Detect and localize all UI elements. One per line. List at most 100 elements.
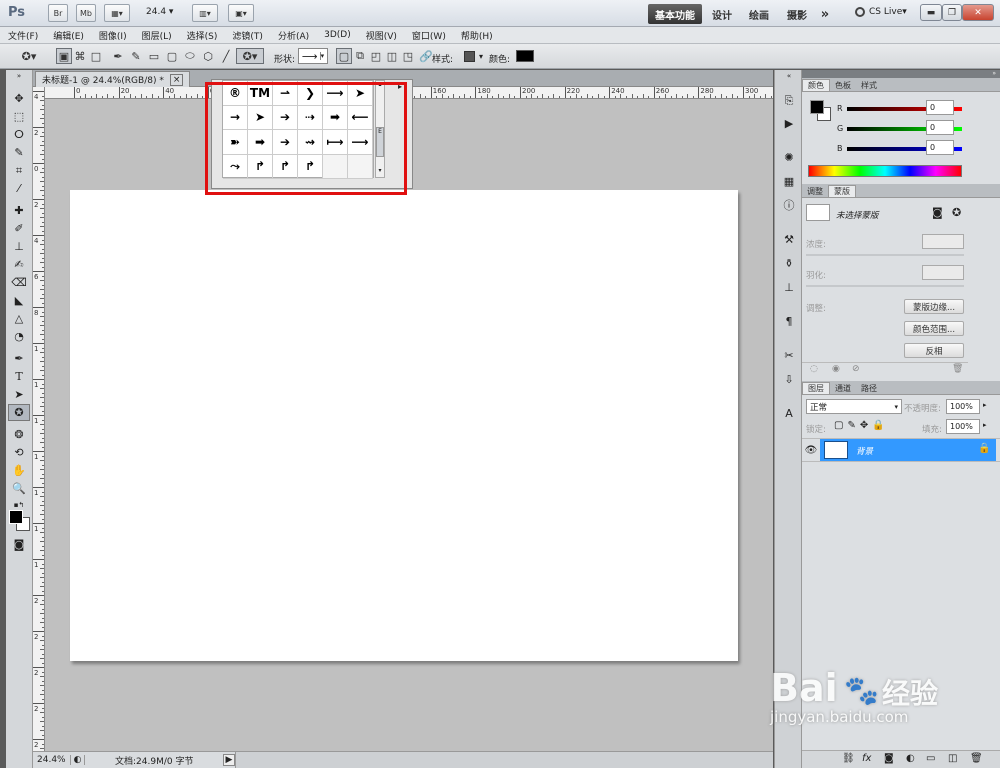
3d-rotate-tool-icon[interactable]: ❂ — [8, 426, 30, 443]
tab-swatches[interactable]: 色板 — [830, 79, 856, 91]
quick-mask-icon[interactable]: ◙ — [8, 536, 30, 553]
invert-button[interactable]: 反相 — [904, 343, 964, 358]
brush-panel-icon[interactable]: ✺ — [779, 148, 799, 166]
color-foreground-swatch[interactable] — [810, 100, 824, 114]
vector-mask-icon[interactable]: ✪ — [952, 206, 961, 219]
feather-field[interactable] — [922, 265, 964, 280]
screen-mode-button[interactable]: ▣▾ — [228, 4, 254, 22]
tab-channels[interactable]: 通道 — [830, 382, 856, 394]
opacity-arrow[interactable]: ▸ — [983, 401, 987, 409]
color-swatch[interactable] — [516, 50, 534, 62]
history-panel-icon[interactable]: ⎘ — [779, 92, 799, 110]
animation-panel-icon[interactable]: ✂ — [779, 346, 799, 364]
disable-mask-icon[interactable]: ⊘ — [852, 364, 860, 374]
line-shape-icon[interactable]: ╱ — [218, 48, 234, 64]
custom-shape-tool-icon[interactable]: ✪ — [8, 404, 30, 421]
paths-mode[interactable]: ⌘ — [72, 48, 88, 64]
maximize-button[interactable]: ❐ — [942, 4, 962, 21]
polygon-shape-icon[interactable]: ⬡ — [200, 48, 216, 64]
menu-3d[interactable]: 3D(D) — [324, 30, 351, 40]
menu-view[interactable]: 视图(V) — [366, 29, 397, 42]
workspace-painting[interactable]: 绘画 — [744, 4, 774, 24]
tab-layers[interactable]: 图层 — [802, 382, 830, 394]
character-panel-icon[interactable]: A — [779, 404, 799, 422]
horizontal-scrollbar[interactable] — [235, 752, 773, 768]
view-extras-button[interactable]: ▦▾ — [104, 4, 130, 22]
panel-dock-collapse[interactable]: » — [802, 70, 1000, 78]
tab-paths[interactable]: 路径 — [856, 382, 882, 394]
document-tab[interactable]: 未标题-1 @ 24.4%(RGB/8) * × — [35, 71, 191, 87]
menu-image[interactable]: 图像(I) — [99, 29, 127, 42]
style-swatch[interactable] — [464, 51, 475, 62]
tab-styles[interactable]: 样式 — [856, 79, 882, 91]
quick-select-tool-icon[interactable]: ✎ — [8, 144, 30, 161]
layer-row[interactable]: 背景 🔒 — [820, 439, 996, 461]
dodge-tool-icon[interactable]: ◔ — [8, 328, 30, 345]
combine-add-icon[interactable]: ⧉ — [352, 48, 368, 64]
workspace-essentials[interactable]: 基本功能 — [648, 4, 702, 24]
notes-panel-icon[interactable]: ⇩ — [779, 370, 799, 388]
rectangle-shape-icon[interactable]: ▭ — [146, 48, 162, 64]
blur-tool-icon[interactable]: △ — [8, 310, 30, 327]
status-icon[interactable]: ◐ — [71, 755, 85, 765]
clone-source-icon[interactable]: ▦ — [779, 172, 799, 190]
fill-field[interactable]: 100% — [946, 419, 980, 434]
history-brush-tool-icon[interactable]: ✍ — [8, 256, 30, 273]
menu-select[interactable]: 选择(S) — [187, 29, 218, 42]
pen-tool-icon[interactable]: ✒ — [110, 48, 126, 64]
color-spectrum-bar[interactable] — [808, 165, 962, 177]
zoom-tool-icon[interactable]: 🔍 — [8, 480, 30, 497]
menu-edit[interactable]: 编辑(E) — [53, 29, 84, 42]
bridge-button[interactable]: Br — [48, 4, 68, 22]
new-group-icon[interactable]: ▭ — [926, 753, 935, 764]
3d-panel-icon[interactable]: ⚱ — [779, 254, 799, 272]
add-mask-icon[interactable]: ◙ — [884, 753, 894, 764]
combine-intersect-icon[interactable]: ◫ — [384, 48, 400, 64]
channel-b-value[interactable]: 0 — [926, 140, 954, 155]
lasso-tool-icon[interactable]: ⵔ — [8, 126, 30, 143]
apply-mask-icon[interactable]: ◉ — [832, 364, 840, 374]
layer-visibility-eye-icon[interactable]: 👁 — [802, 439, 820, 461]
close-tab-icon[interactable]: × — [169, 73, 184, 86]
channel-r-value[interactable]: 0 — [926, 100, 954, 115]
custom-shape-icon[interactable]: ✪▾ — [236, 48, 264, 64]
fill-arrow[interactable]: ▸ — [983, 421, 987, 429]
crop-tool-icon[interactable]: ⌗ — [8, 162, 30, 179]
shape-layers-mode[interactable]: ▣ — [56, 48, 72, 64]
status-zoom[interactable]: 24.4% — [33, 755, 71, 765]
menu-analysis[interactable]: 分析(A) — [278, 29, 309, 42]
foreground-color[interactable] — [9, 510, 23, 524]
workspace-photography[interactable]: 摄影 — [782, 4, 812, 24]
load-selection-icon[interactable]: ◌ — [810, 364, 818, 374]
more-workspaces-button[interactable]: » — [816, 4, 834, 24]
color-range-button[interactable]: 颜色范围... — [904, 321, 964, 336]
fill-pixels-mode[interactable]: □ — [88, 48, 104, 64]
density-field[interactable] — [922, 234, 964, 249]
menu-window[interactable]: 窗口(W) — [412, 29, 446, 42]
minimize-button[interactable]: ▬ — [920, 4, 942, 21]
brush-tool-icon[interactable]: ✐ — [8, 220, 30, 237]
pixel-mask-icon[interactable]: ◙ — [932, 206, 943, 219]
tool-preset-picker[interactable]: ✪▾ — [16, 48, 42, 64]
delete-layer-icon[interactable]: 🗑 — [970, 753, 983, 764]
rounded-rect-shape-icon[interactable]: ▢ — [164, 48, 180, 64]
path-select-tool-icon[interactable]: ➤ — [8, 386, 30, 403]
combine-subtract-icon[interactable]: ◰ — [368, 48, 384, 64]
move-tool-icon[interactable]: ✥ — [8, 90, 30, 107]
menu-filter[interactable]: 滤镜(T) — [232, 29, 263, 42]
actions-panel-icon[interactable]: ▶ — [779, 114, 799, 132]
measurement-log-icon[interactable]: ⊥ — [779, 278, 799, 296]
combine-new-icon[interactable]: ▢ — [336, 48, 352, 64]
zoom-level-dropdown[interactable]: 24.4 ▾ — [146, 7, 173, 17]
healing-brush-tool-icon[interactable]: ✚ — [8, 202, 30, 219]
mini-bridge-button[interactable]: Mb — [76, 4, 96, 22]
opacity-field[interactable]: 100% — [946, 399, 980, 414]
density-slider[interactable] — [806, 254, 964, 256]
tab-adjustments[interactable]: 调整 — [802, 185, 828, 197]
eyedropper-tool-icon[interactable]: ⁄ — [8, 180, 30, 197]
cs-live-menu[interactable]: CS Live ▾ — [855, 7, 907, 17]
new-layer-icon[interactable]: ◫ — [948, 753, 957, 764]
paragraph-panel-icon[interactable]: ¶ — [779, 312, 799, 330]
blend-mode-select[interactable]: 正常 ▾ — [806, 399, 902, 414]
close-window-button[interactable]: ✕ — [962, 4, 994, 21]
